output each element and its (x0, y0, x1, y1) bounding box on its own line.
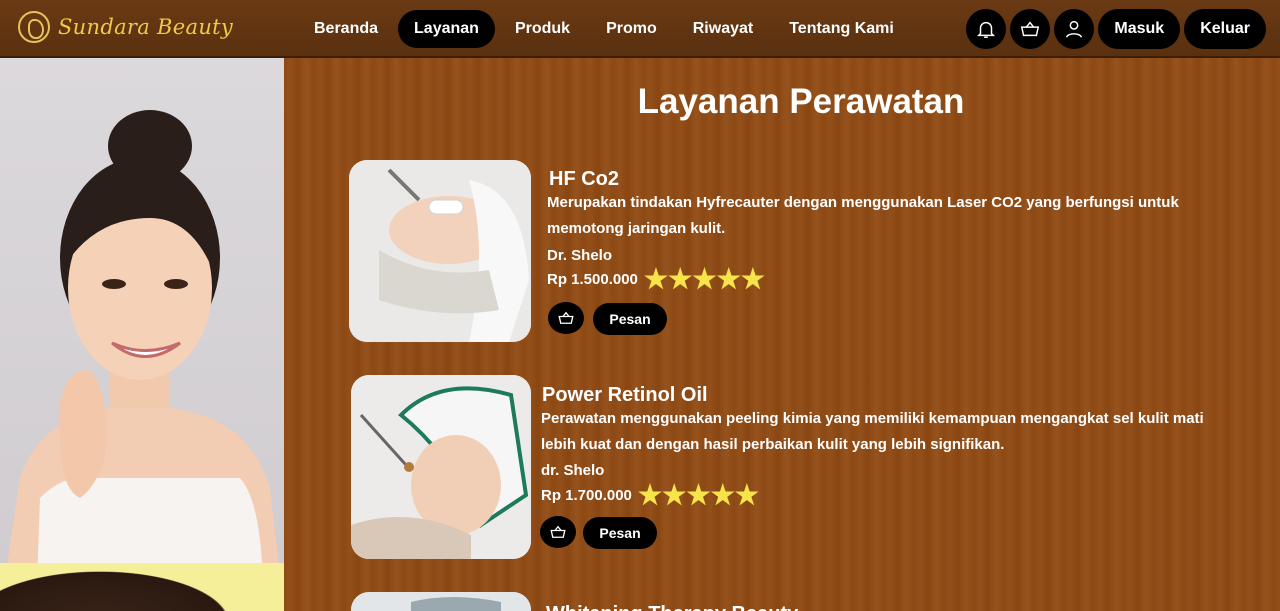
top-navbar: Sundara Beauty Beranda Layanan Produk Pr… (0, 0, 1280, 58)
model-portrait-illustration (0, 110, 284, 611)
nav-link-promo[interactable]: Promo (590, 10, 673, 48)
nav-link-riwayat[interactable]: Riwayat (677, 10, 769, 48)
basket-icon (550, 525, 566, 538)
logout-button[interactable]: Keluar (1184, 9, 1266, 49)
notification-button[interactable] (966, 9, 1007, 49)
add-to-cart-button[interactable] (548, 302, 584, 334)
order-button[interactable]: Pesan (583, 517, 657, 549)
star-icon: ★ (662, 480, 687, 510)
star-icon: ★ (637, 480, 663, 510)
brand-name: Sundara Beauty (58, 15, 234, 39)
star-icon: ★ (734, 480, 759, 510)
service-price-row: Rp 1.500.000 ★ ★ ★ ★ ★ (547, 264, 765, 294)
rating-stars: ★ ★ ★ ★ ★ (643, 264, 765, 294)
service-doctor: dr. Shelo (541, 462, 605, 479)
rating-stars: ★ ★ ★ ★ ★ (637, 480, 759, 510)
star-icon: ★ (716, 264, 741, 294)
add-to-cart-button[interactable] (540, 516, 576, 548)
service-description: Perawatan menggunakan peeling kimia yang… (541, 410, 1204, 453)
service-image-hf-co2 (349, 160, 531, 342)
star-icon: ★ (686, 480, 711, 510)
brand[interactable]: Sundara Beauty (18, 11, 233, 43)
service-price: Rp 1.500.000 (547, 270, 638, 288)
user-icon (1066, 20, 1083, 38)
service-image-whitening (351, 592, 531, 611)
basket-icon (558, 311, 574, 324)
basket-icon (1021, 21, 1040, 37)
service-description: Merupakan tindakan Hyfrecauter dengan me… (547, 194, 1179, 237)
services-section: Layanan Perawatan HF Co2 Merupakan tinda… (284, 58, 1280, 611)
service-doctor: Dr. Shelo (547, 247, 613, 264)
star-icon: ★ (740, 264, 765, 294)
service-name: Power Retinol Oil (542, 384, 708, 406)
nav-link-tentang-kami[interactable]: Tentang Kami (773, 10, 910, 48)
star-icon: ★ (710, 480, 735, 510)
star-icon: ★ (643, 264, 669, 294)
service-name: HF Co2 (549, 168, 619, 190)
hero-side-photo (0, 58, 284, 611)
nav-link-layanan[interactable]: Layanan (398, 10, 495, 48)
service-price: Rp 1.700.000 (541, 486, 632, 504)
service-name: Whitening Therapy Beauty (546, 603, 798, 611)
page-title: Layanan Perawatan (637, 82, 965, 121)
nav-links: Beranda Layanan Produk Promo Riwayat Ten… (298, 10, 914, 48)
nav-link-beranda[interactable]: Beranda (298, 10, 394, 48)
login-button[interactable]: Masuk (1098, 9, 1181, 49)
profile-button[interactable] (1054, 9, 1095, 49)
service-image-power-retinol-oil (351, 375, 531, 559)
star-icon: ★ (668, 264, 693, 294)
bell-icon (977, 21, 996, 38)
service-price-row: Rp 1.700.000 ★ ★ ★ ★ ★ (541, 480, 759, 510)
lotus-face-icon (18, 11, 50, 43)
order-button[interactable]: Pesan (593, 303, 667, 335)
cart-button[interactable] (1010, 9, 1051, 49)
nav-actions: Masuk Keluar (966, 9, 1266, 49)
star-icon: ★ (692, 264, 717, 294)
nav-link-produk[interactable]: Produk (499, 10, 586, 48)
